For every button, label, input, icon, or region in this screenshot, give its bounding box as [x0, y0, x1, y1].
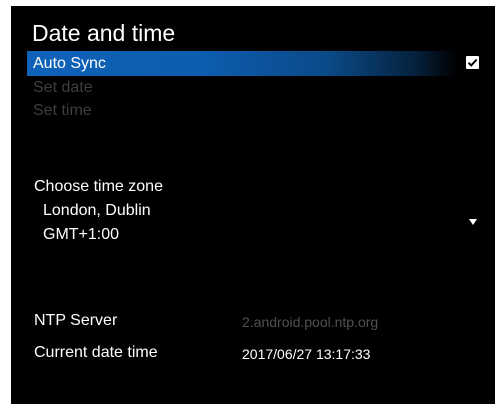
triangle-down-icon[interactable]	[469, 219, 477, 225]
auto-sync-label[interactable]: Auto Sync	[33, 54, 106, 74]
set-time-item[interactable]: Set time	[33, 101, 92, 121]
checkmark-icon	[467, 58, 478, 67]
time-zone-offset[interactable]: GMT+1:00	[43, 224, 119, 246]
ntp-server-value: 2.android.pool.ntp.org	[242, 314, 379, 330]
date-time-settings-panel: Date and time Auto Sync Set date Set tim…	[11, 6, 495, 404]
current-date-time-label: Current date time	[34, 344, 158, 361]
time-zone-city[interactable]: London, Dublin	[43, 200, 151, 222]
time-zone-label: Choose time zone	[34, 178, 163, 195]
ntp-server-label: NTP Server	[34, 312, 118, 329]
auto-sync-checkbox[interactable]	[466, 56, 479, 69]
page-title: Date and time	[32, 20, 176, 46]
set-date-item[interactable]: Set date	[33, 78, 93, 98]
current-date-time-value: 2017/06/27 13:17:33	[242, 346, 371, 362]
